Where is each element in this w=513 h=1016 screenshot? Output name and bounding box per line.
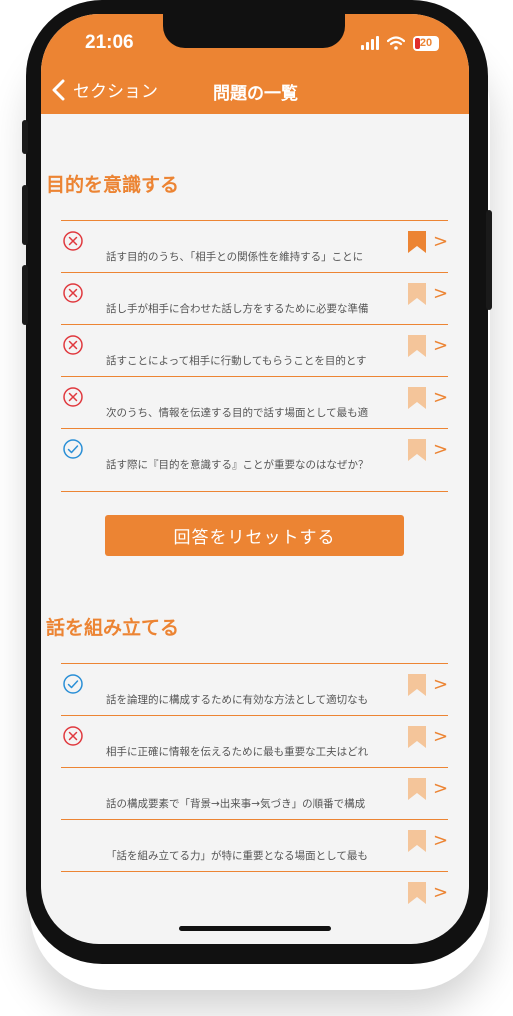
question-text: 「話を組み立てる力」が特に重要となる場面として最も [106,850,368,862]
question-text: 話を論理的に構成するために有効な方法として適切なも [106,694,369,706]
section-title: 話を組み立てる [46,617,180,639]
section-title: 目的を意識する [46,174,180,196]
status-time: 21:06 [85,32,134,53]
power-button [486,210,492,310]
volume-up-button [22,185,28,245]
question-row[interactable]: 話の構成要素で「背景→出来事→気づき」の順番で構成 > [61,768,448,820]
question-row[interactable]: 話す際に『目的を意識する』ことが重要なのはなぜか？ > [61,429,448,492]
wrong-icon [63,387,83,407]
bookmark-icon[interactable] [408,674,426,696]
chevron-right-icon: > [433,882,449,903]
signal-icon [361,36,379,50]
bookmark-icon[interactable] [408,726,426,748]
question-row[interactable]: > [61,872,448,924]
status-icons: 20 [361,34,439,52]
back-button[interactable]: セクション [51,77,158,102]
question-row[interactable]: 「話を組み立てる力」が特に重要となる場面として最も > [61,820,448,872]
chevron-right-icon: > [433,726,449,747]
chevron-right-icon: > [433,439,449,460]
bookmark-icon[interactable] [408,778,426,800]
chevron-right-icon: > [433,830,449,851]
reset-answers-button[interactable]: 回答をリセットする [105,515,404,556]
bookmark-icon[interactable] [408,439,426,461]
chevron-right-icon: > [433,231,449,252]
correct-icon [63,674,83,694]
question-text: 話す目的のうち、「相手との関係性を維持する」ことに [106,251,364,263]
question-row[interactable]: 相手に正確に情報を伝えるために最も重要な工夫はどれ > [61,716,448,768]
bookmark-icon[interactable] [408,830,426,852]
question-text: 話す際に『目的を意識する』ことが重要なのはなぜか？ [106,459,369,471]
question-text: 次のうち、情報を伝達する目的で話す場面として最も適 [106,407,369,419]
back-label: セクション [73,82,158,102]
wifi-icon [387,36,405,50]
question-row[interactable]: 次のうち、情報を伝達する目的で話す場面として最も適 > [61,377,448,429]
chevron-right-icon: > [433,674,449,695]
bookmark-icon[interactable] [408,387,426,409]
header: 21:06 20 セクション 問題の一覧 [41,14,469,114]
question-text: 相手に正確に情報を伝えるために最も重要な工夫はどれ [106,746,369,758]
correct-icon [63,439,83,459]
screen: 21:06 20 セクション 問題の一覧 目的を意識する 話す目的のうち、「相手… [41,14,469,944]
wrong-icon [63,335,83,355]
bookmark-icon[interactable] [408,882,426,904]
chevron-right-icon: > [433,335,449,356]
notch [163,14,345,48]
question-row[interactable]: 話し手が相手に合わせた話し方をするために必要な準備 > [61,273,448,325]
wrong-icon [63,231,83,251]
question-text: 話の構成要素で「背景→出来事→気づき」の順番で構成 [106,798,366,810]
battery-level: 20 [419,37,433,49]
bookmark-icon[interactable] [408,283,426,305]
question-text: 話すことによって相手に行動してもらうことを目的とす [106,355,367,367]
chevron-left-icon [52,79,65,100]
bookmark-icon[interactable] [408,231,426,253]
question-row[interactable]: 話す目的のうち、「相手との関係性を維持する」ことに > [61,221,448,273]
battery-icon: 20 [413,35,439,51]
question-text: 話し手が相手に合わせた話し方をするために必要な準備 [106,303,369,315]
volume-down-button [22,265,28,325]
home-indicator[interactable] [179,926,331,931]
wrong-icon [63,283,83,303]
question-row[interactable]: 話を論理的に構成するために有効な方法として適切なも > [61,664,448,716]
chevron-right-icon: > [433,778,449,799]
chevron-right-icon: > [433,387,449,408]
bookmark-icon[interactable] [408,335,426,357]
silent-switch [22,120,28,154]
wrong-icon [63,726,83,746]
page-title: 問題の一覧 [213,84,298,104]
question-row[interactable]: 話すことによって相手に行動してもらうことを目的とす > [61,325,448,377]
chevron-right-icon: > [433,283,449,304]
